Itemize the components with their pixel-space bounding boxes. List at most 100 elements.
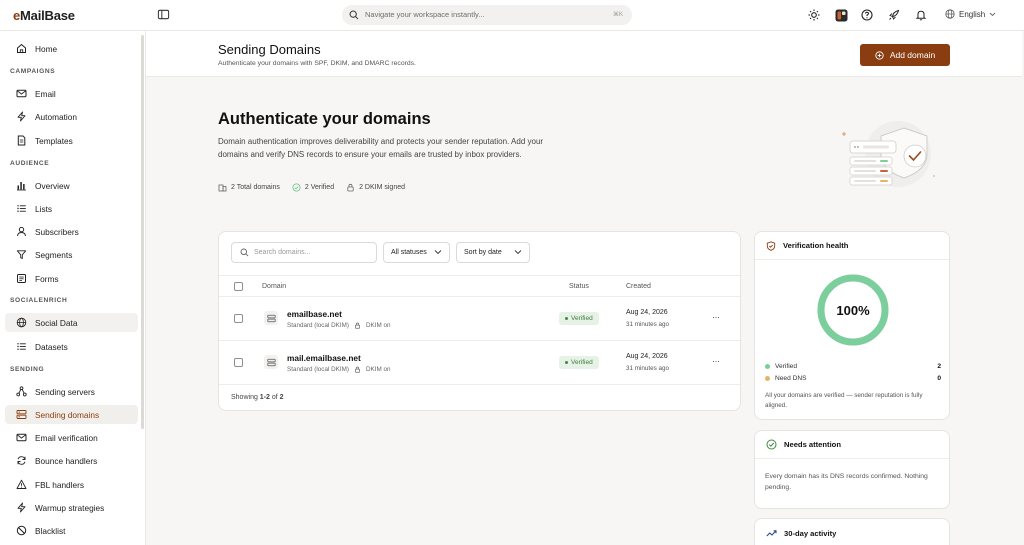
- page-subtitle: Authenticate your domains with SPF, DKIM…: [218, 60, 416, 67]
- select-all-checkbox[interactable]: [234, 282, 243, 291]
- needs-attention-card: Needs attention Every domain has its DNS…: [754, 430, 950, 509]
- attention-text: Every domain has its DNS records confirm…: [765, 473, 928, 491]
- card-header: 30-day activity: [755, 519, 949, 545]
- stat-total-domains: 2 Total domains: [218, 183, 280, 192]
- mail-icon: [15, 432, 27, 444]
- sidebar-item-sending-domains[interactable]: Sending domains: [5, 405, 138, 424]
- lock-icon: [354, 322, 361, 329]
- domain-meta: Standard (local DKIM) DKIM on: [287, 322, 391, 329]
- search-icon: [349, 10, 359, 20]
- language-label: English: [959, 9, 986, 19]
- status-filter-dropdown[interactable]: All statuses: [383, 242, 450, 263]
- stat-verified: 2 Verified: [292, 183, 334, 192]
- sidebar-item-forms[interactable]: Forms: [5, 269, 138, 288]
- globe-icon: [945, 9, 955, 19]
- column-header-status[interactable]: Status: [569, 283, 589, 290]
- chevron-down-icon: [514, 249, 522, 255]
- language-selector[interactable]: English: [945, 9, 996, 19]
- row-more-icon[interactable]: ···: [712, 312, 720, 322]
- card-header: Verification health: [755, 232, 949, 260]
- hero-title: Authenticate your domains: [218, 110, 431, 128]
- sidebar-item-email[interactable]: Email: [5, 84, 138, 103]
- sidebar-item-sending-servers[interactable]: Sending servers: [5, 382, 138, 401]
- add-domain-button[interactable]: Add domain: [860, 44, 950, 66]
- lock-icon: [346, 183, 355, 192]
- legend-verified: Verified 2: [765, 363, 941, 370]
- legend-need-dns: Need DNS 0: [765, 375, 941, 382]
- check-circle-icon: [292, 183, 301, 192]
- sidebar-item-lists[interactable]: Lists: [5, 199, 138, 218]
- chevron-down-icon: [989, 12, 996, 17]
- sidebar-item-home[interactable]: Home: [5, 39, 138, 58]
- search-icon: [240, 248, 249, 257]
- created-date: Aug 24, 2026: [626, 309, 668, 316]
- server-icon: [264, 355, 278, 369]
- domain-name[interactable]: emailbase.net: [287, 309, 342, 319]
- mail-icon: [15, 88, 27, 100]
- row-checkbox[interactable]: [234, 358, 243, 367]
- sidebar-item-fbl-handlers[interactable]: FBL handlers: [5, 475, 138, 494]
- created-ago: 31 minutes ago: [626, 321, 670, 328]
- domain-meta: Standard (local DKIM) DKIM on: [287, 366, 391, 373]
- health-percent: 100%: [836, 302, 870, 318]
- shield-icon: [766, 240, 776, 251]
- row-more-icon[interactable]: ···: [712, 356, 720, 366]
- sidebar-item-segments[interactable]: Segments: [5, 245, 138, 264]
- table-header: Domain Status Created: [219, 275, 740, 297]
- document-icon: [15, 135, 27, 147]
- section-label-campaigns: CAMPAIGNS: [10, 68, 56, 75]
- sidebar-item-automation[interactable]: Automation: [5, 107, 138, 126]
- sidebar-item-warmup-strategies[interactable]: Warmup strategies: [5, 498, 138, 517]
- page-header: Sending Domains Authenticate your domain…: [146, 31, 1022, 77]
- section-label-sending: SENDING: [10, 366, 45, 373]
- help-icon[interactable]: [860, 8, 874, 22]
- theme-toggle-icon[interactable]: [807, 8, 821, 22]
- lightning-icon: [15, 502, 27, 514]
- domain-search-input[interactable]: Search domains...: [231, 242, 377, 263]
- column-header-domain[interactable]: Domain: [262, 283, 286, 290]
- domains-table-card: Search domains... All statuses Sort by d…: [218, 231, 741, 411]
- page-title: Sending Domains: [218, 42, 321, 57]
- app-logo[interactable]: eMailBase: [13, 8, 75, 23]
- globe-icon: [15, 317, 27, 329]
- sidebar-item-blacklist[interactable]: Blacklist: [5, 521, 138, 540]
- sidebar-item-bounce-handlers[interactable]: Bounce handlers: [5, 451, 138, 470]
- search-placeholder: Navigate your workspace instantly...: [365, 10, 485, 19]
- sidebar-item-email-verification[interactable]: Email verification: [5, 428, 138, 447]
- hero-stats: 2 Total domains 2 Verified 2 DKIM signed: [218, 183, 405, 192]
- domain-name[interactable]: mail.emailbase.net: [287, 353, 361, 363]
- rocket-icon[interactable]: [887, 8, 901, 22]
- sidebar-item-templates[interactable]: Templates: [5, 131, 138, 150]
- workspace-icon[interactable]: [834, 8, 848, 22]
- created-ago: 31 minutes ago: [626, 365, 670, 372]
- sidebar-item-subscribers[interactable]: Subscribers: [5, 222, 138, 241]
- global-search-input[interactable]: Navigate your workspace instantly... ⌘K: [342, 5, 632, 25]
- sidebar: Home CAMPAIGNS Email Automation Template…: [0, 31, 146, 545]
- shield-illustration-icon: [840, 120, 940, 192]
- section-label-socialenrich: SOCIALENRICH: [10, 297, 68, 304]
- row-checkbox[interactable]: [234, 314, 243, 323]
- sidebar-item-social-data[interactable]: Social Data: [5, 313, 138, 332]
- sidebar-item-datasets[interactable]: Datasets: [5, 337, 138, 356]
- plus-circle-icon: [875, 50, 884, 60]
- table-row[interactable]: emailbase.net Standard (local DKIM) DKIM…: [219, 297, 740, 341]
- refresh-icon: [15, 455, 27, 467]
- table-row[interactable]: mail.emailbase.net Standard (local DKIM)…: [219, 341, 740, 385]
- card-header: Needs attention: [755, 431, 949, 459]
- sidebar-item-overview[interactable]: Overview: [5, 176, 138, 195]
- sidebar-toggle-icon[interactable]: [157, 8, 171, 22]
- verification-health-card: Verification health 100% Verified 2 Need…: [754, 231, 950, 420]
- top-bar: eMailBase Navigate your workspace instan…: [0, 0, 1024, 31]
- warning-icon: [15, 479, 27, 491]
- sidebar-scrollbar[interactable]: [141, 35, 144, 429]
- health-note: All your domains are verified — sender r…: [765, 392, 923, 409]
- column-header-created[interactable]: Created: [626, 283, 651, 290]
- search-shortcut: ⌘K: [612, 12, 623, 18]
- bell-icon[interactable]: [914, 8, 928, 22]
- section-label-audience: AUDIENCE: [10, 160, 50, 167]
- user-icon: [15, 226, 27, 238]
- building-icon: [218, 183, 227, 192]
- sort-dropdown[interactable]: Sort by date: [456, 242, 530, 263]
- trend-icon: [766, 529, 777, 538]
- blocked-icon: [15, 525, 27, 537]
